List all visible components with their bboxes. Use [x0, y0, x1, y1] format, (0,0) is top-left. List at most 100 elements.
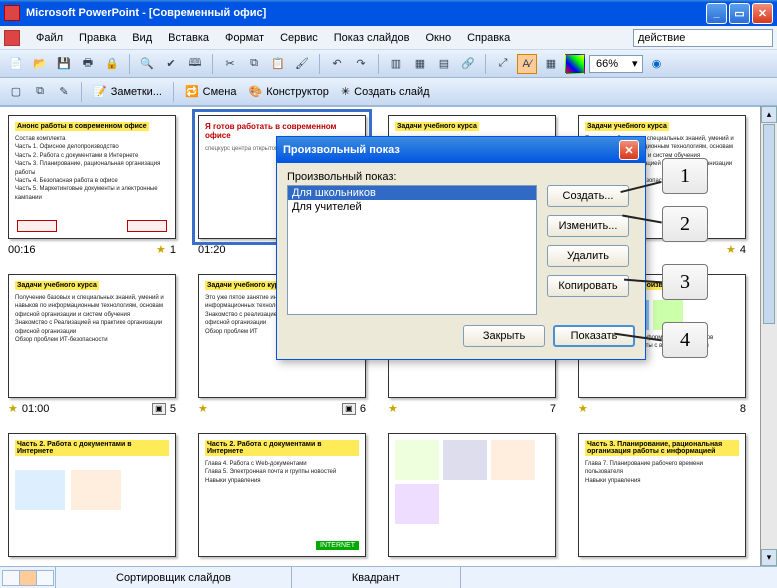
- slide-number: 7: [550, 403, 556, 415]
- standard-toolbar: 📄 📂 💾 🖶 🔒 🔍 ✔ 🕮 ✂ ⧉ 📋 🖌 ↶ ↷ ▥ ▦ ▤ 🔗 ⤢ A⁄…: [0, 50, 777, 78]
- hide-slide-icon[interactable]: ▢: [6, 82, 26, 102]
- scroll-up-icon[interactable]: ▴: [761, 106, 777, 123]
- menu-window[interactable]: Окно: [418, 29, 460, 47]
- status-segment: Квадрант: [292, 567, 461, 588]
- slide-thumbnail[interactable]: Задачи учебного курсаПолучение базовых и…: [8, 274, 176, 415]
- print-preview-icon[interactable]: 🔍: [137, 54, 157, 74]
- slide-thumbnail[interactable]: Часть 3. Планирование, рациональная орга…: [578, 433, 746, 557]
- menu-view[interactable]: Вид: [124, 29, 160, 47]
- view-buttons: [0, 567, 56, 588]
- color-icon[interactable]: [565, 54, 585, 74]
- cut-icon[interactable]: ✂: [220, 54, 240, 74]
- slide-title: Задачи учебного курса: [395, 122, 479, 131]
- grid-icon[interactable]: ▦: [541, 54, 561, 74]
- permission-icon[interactable]: 🔒: [102, 54, 122, 74]
- animation-icon: ★: [726, 243, 736, 256]
- vertical-scrollbar[interactable]: ▴ ▾: [760, 106, 777, 566]
- chart-icon[interactable]: ▥: [386, 54, 406, 74]
- slide-thumbnail[interactable]: Часть 2. Работа с документами в Интернет…: [198, 433, 366, 557]
- dialog-titlebar: Произвольный показ ✕: [277, 137, 645, 163]
- scroll-down-icon[interactable]: ▾: [761, 549, 777, 566]
- edit-button[interactable]: Изменить...: [547, 215, 629, 237]
- table-icon[interactable]: ▦: [410, 54, 430, 74]
- spellcheck-icon[interactable]: ✔: [161, 54, 181, 74]
- maximize-button[interactable]: ▭: [729, 3, 750, 24]
- save-icon[interactable]: 💾: [54, 54, 74, 74]
- help-icon[interactable]: ◉: [647, 54, 667, 74]
- dialog-close-button[interactable]: ✕: [619, 140, 639, 160]
- minimize-button[interactable]: _: [706, 3, 727, 24]
- slide-title: Анонс работы в современном офисе: [15, 122, 149, 131]
- create-button[interactable]: Создать...: [547, 185, 629, 207]
- copy-button[interactable]: Копировать: [547, 275, 629, 297]
- copy-icon[interactable]: ⧉: [244, 54, 264, 74]
- format-painter-icon[interactable]: 🖌: [292, 54, 312, 74]
- window-title: Microsoft PowerPoint - [Современный офис…: [26, 7, 706, 19]
- animation-icon: ★: [388, 402, 398, 415]
- callout-1: 1: [662, 158, 708, 194]
- slide-number: 1: [170, 244, 176, 256]
- menu-format[interactable]: Формат: [217, 29, 272, 47]
- rehearse-icon[interactable]: ⧉: [30, 82, 50, 102]
- slide-thumbnail[interactable]: Часть 2. Работа с документами в Интернет…: [8, 433, 176, 557]
- callout-2: 2: [662, 206, 708, 242]
- transition-icon: ▣: [152, 403, 166, 415]
- menu-edit[interactable]: Правка: [71, 29, 124, 47]
- slideshow-view-button[interactable]: [36, 570, 54, 586]
- notes-label: Заметки...: [111, 86, 162, 98]
- menu-file[interactable]: Файл: [28, 29, 71, 47]
- designer-label: Конструктор: [266, 86, 329, 98]
- delete-button[interactable]: Удалить: [547, 245, 629, 267]
- open-icon[interactable]: 📂: [30, 54, 50, 74]
- print-icon[interactable]: 🖶: [78, 54, 98, 74]
- menu-help[interactable]: Справка: [459, 29, 518, 47]
- dialog-list-label: Произвольный показ:: [287, 171, 635, 183]
- menu-slideshow[interactable]: Показ слайдов: [326, 29, 418, 47]
- sorter-view-button[interactable]: [19, 570, 37, 586]
- tables-borders-icon[interactable]: ▤: [434, 54, 454, 74]
- normal-view-button[interactable]: [2, 570, 20, 586]
- scrollbar-thumb[interactable]: [763, 124, 775, 324]
- list-option[interactable]: Для учителей: [288, 200, 536, 214]
- slide-title: Задачи учебного курса: [585, 122, 669, 131]
- callout-4: 4: [662, 322, 708, 358]
- menu-insert[interactable]: Вставка: [160, 29, 217, 47]
- slide-title: Часть 3. Планирование, рациональная орга…: [585, 440, 739, 456]
- redo-icon[interactable]: ↷: [351, 54, 371, 74]
- hyperlink-icon[interactable]: 🔗: [458, 54, 478, 74]
- status-bar: Сортировщик слайдов Квадрант: [0, 566, 777, 588]
- slide-number: 6: [360, 403, 366, 415]
- show-button[interactable]: Показать: [553, 325, 635, 347]
- custom-show-dialog: Произвольный показ ✕ Произвольный показ:…: [276, 136, 646, 360]
- animation-icon: ★: [156, 243, 166, 256]
- transition-button[interactable]: 🔁 Смена: [181, 83, 241, 100]
- slide-time: 01:20: [198, 244, 226, 256]
- summary-icon[interactable]: ✎: [54, 82, 74, 102]
- notes-button[interactable]: 📝 Заметки...: [89, 83, 166, 100]
- animation-icon: ★: [8, 402, 18, 415]
- paste-icon[interactable]: 📋: [268, 54, 288, 74]
- slide-thumbnail[interactable]: [388, 433, 556, 557]
- designer-button[interactable]: 🎨 Конструктор: [244, 83, 332, 100]
- slide-number: 5: [170, 403, 176, 415]
- slide-thumbnail[interactable]: Анонс работы в современном офисе Состав …: [8, 115, 176, 256]
- research-icon[interactable]: 🕮: [185, 54, 205, 74]
- close-dialog-button[interactable]: Закрыть: [463, 325, 545, 347]
- show-formatting-icon[interactable]: A⁄: [517, 54, 537, 74]
- zoom-value: 66%: [596, 58, 618, 70]
- undo-icon[interactable]: ↶: [327, 54, 347, 74]
- custom-show-listbox[interactable]: Для школьников Для учителей: [287, 185, 537, 315]
- window-titlebar: Microsoft PowerPoint - [Современный офис…: [0, 0, 777, 26]
- slide-title: Задачи учебного курса: [15, 281, 99, 290]
- new-icon[interactable]: 📄: [6, 54, 26, 74]
- list-option[interactable]: Для школьников: [288, 186, 536, 200]
- help-search-input[interactable]: [633, 29, 773, 47]
- new-slide-button[interactable]: ✳ Создать слайд: [337, 83, 434, 100]
- menu-tools[interactable]: Сервис: [272, 29, 326, 47]
- zoom-combo[interactable]: 66%▾: [589, 55, 643, 73]
- expand-icon[interactable]: ⤢: [493, 54, 513, 74]
- transition-label: Смена: [203, 86, 237, 98]
- close-button[interactable]: ✕: [752, 3, 773, 24]
- document-icon: [4, 30, 20, 46]
- slide-time: 01:00: [22, 403, 50, 415]
